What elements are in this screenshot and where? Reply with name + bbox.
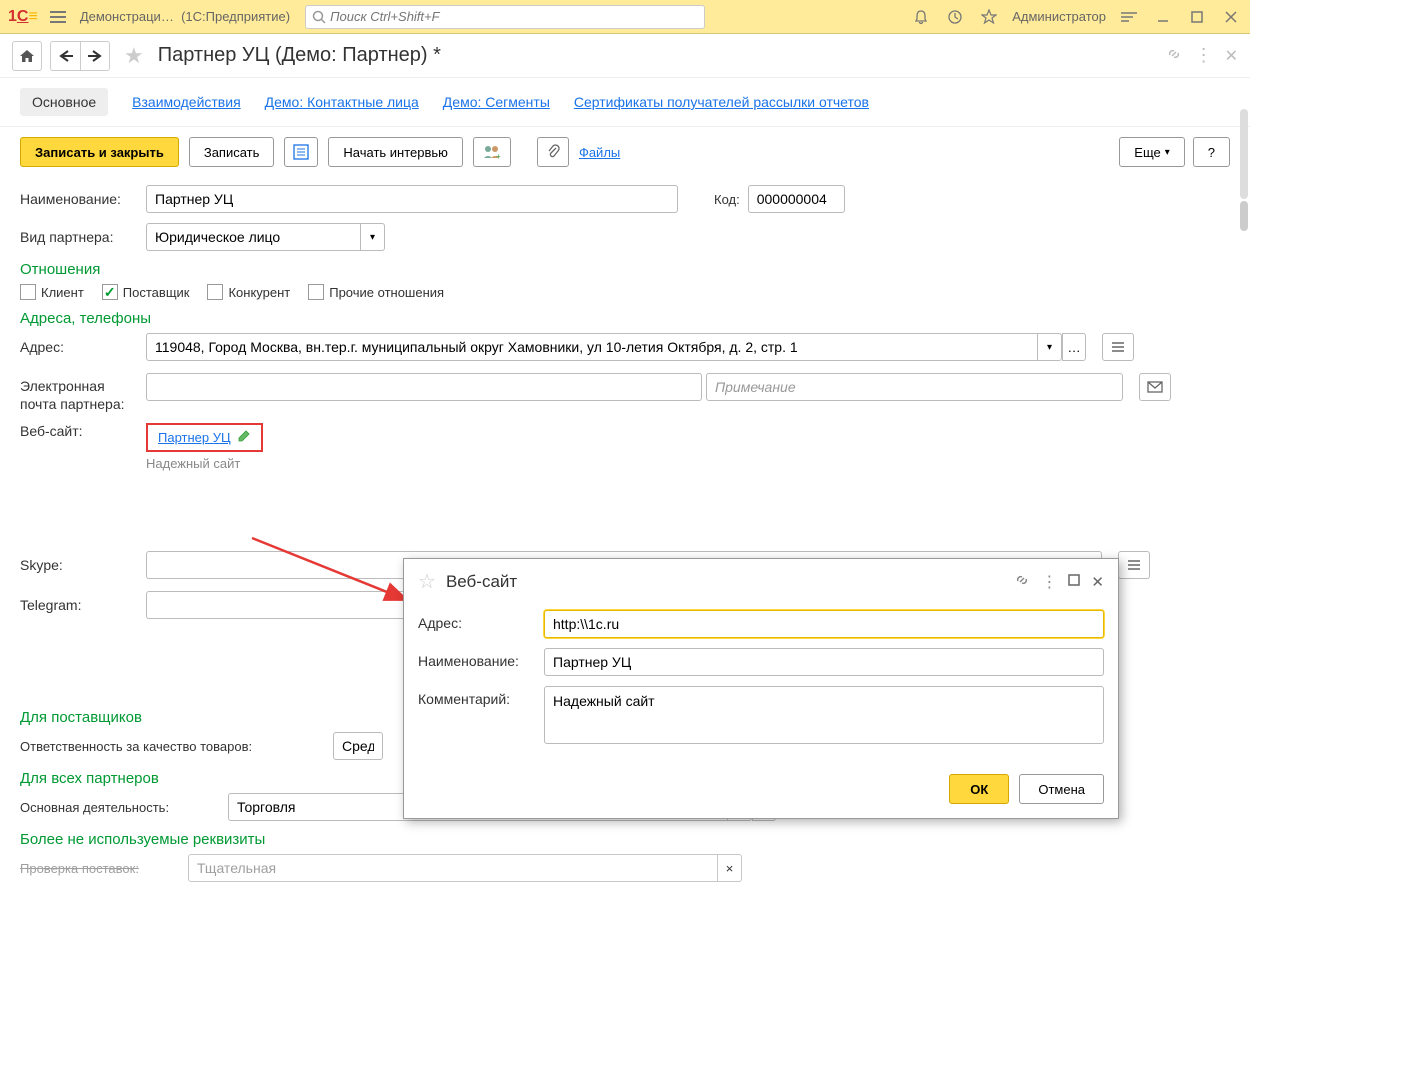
check-deliveries-input[interactable] [188, 854, 718, 882]
history-icon[interactable] [944, 6, 966, 28]
partner-type-dropdown-button[interactable]: ▾ [361, 223, 385, 251]
page-toolbar: ★ Партнер УЦ (Демо: Партнер) * ⋮ ✕ [0, 34, 1250, 78]
more-dots-icon[interactable]: ⋮ [1195, 45, 1213, 66]
dialog-name-label: Наименование: [418, 648, 536, 669]
website-label: Веб-сайт: [20, 423, 138, 439]
user-label[interactable]: Администратор [1012, 9, 1106, 24]
favorite-icon[interactable]: ★ [124, 43, 144, 69]
forward-button[interactable] [80, 41, 110, 71]
start-interview-button[interactable]: Начать интервью [328, 137, 463, 167]
link-icon[interactable] [1165, 45, 1183, 66]
dialog-comment-input[interactable] [544, 686, 1104, 744]
skype-list-button[interactable] [1118, 551, 1150, 579]
settings-icon[interactable] [1118, 6, 1140, 28]
dialog-close-icon[interactable]: ✕ [1091, 573, 1104, 591]
supplier-checkbox-label: Поставщик [123, 285, 190, 300]
minimize-icon[interactable] [1152, 6, 1174, 28]
email-label: Электронная почта партнера: [20, 373, 138, 413]
page-close-icon[interactable]: ✕ [1225, 46, 1238, 66]
email-input[interactable] [146, 373, 702, 401]
dialog-address-input[interactable] [544, 610, 1104, 638]
vertical-scrollbar[interactable] [1240, 105, 1248, 885]
website-link-highlighted: Партнер УЦ [146, 423, 263, 452]
tab-contacts[interactable]: Демо: Контактные лица [265, 94, 419, 110]
attach-icon-button[interactable] [537, 137, 569, 167]
titlebar: 1C≡ Демонстраци… (1С:Предприятие) Админи… [0, 0, 1250, 34]
close-icon[interactable] [1220, 6, 1242, 28]
check-deliveries-label: Проверка поставок: [20, 861, 180, 876]
tabs: Основное Взаимодействия Демо: Контактные… [0, 78, 1250, 127]
bell-icon[interactable] [910, 6, 932, 28]
dialog-link-icon[interactable] [1013, 571, 1031, 592]
email-note-input[interactable] [706, 373, 1123, 401]
save-close-button[interactable]: Записать и закрыть [20, 137, 179, 167]
address-more-button[interactable]: … [1062, 333, 1086, 361]
more-button[interactable]: Еще ▾ [1119, 137, 1184, 167]
address-label: Адрес: [20, 339, 138, 355]
address-dropdown-button[interactable]: ▾ [1038, 333, 1062, 361]
list-icon-button[interactable] [284, 137, 318, 167]
telegram-label: Telegram: [20, 597, 138, 613]
addresses-title: Адреса, телефоны [20, 310, 1230, 327]
command-bar: Записать и закрыть Записать Начать интер… [0, 127, 1250, 177]
name-input[interactable] [146, 185, 678, 213]
page-title: Партнер УЦ (Демо: Партнер) * [158, 44, 441, 67]
dialog-address-label: Адрес: [418, 610, 536, 631]
tab-interactions[interactable]: Взаимодействия [132, 94, 241, 110]
supplier-checkbox[interactable] [102, 284, 118, 300]
website-note: Надежный сайт [146, 456, 263, 471]
dialog-comment-label: Комментарий: [418, 686, 536, 707]
maximize-icon[interactable] [1186, 6, 1208, 28]
check-deliveries-clear-button[interactable]: × [718, 854, 742, 882]
home-button[interactable] [12, 41, 42, 71]
skype-label: Skype: [20, 557, 138, 573]
global-search-input[interactable] [330, 9, 698, 24]
quality-label: Ответственность за качество товаров: [20, 739, 325, 754]
quality-input[interactable] [333, 732, 383, 760]
save-button[interactable]: Записать [189, 137, 275, 167]
partner-type-label: Вид партнера: [20, 229, 138, 245]
back-button[interactable] [50, 41, 80, 71]
website-dialog: ☆ Веб-сайт ⋮ ✕ Адрес: Наименование: Комм… [403, 558, 1119, 819]
dialog-cancel-button[interactable]: Отмена [1019, 774, 1104, 804]
partner-type-input[interactable] [146, 223, 361, 251]
tab-segments[interactable]: Демо: Сегменты [443, 94, 550, 110]
dialog-ok-button[interactable]: ОК [949, 774, 1009, 804]
menu-icon[interactable] [46, 5, 70, 29]
dialog-favorite-icon[interactable]: ☆ [418, 569, 436, 594]
app-title: Демонстраци… (1С:Предприятие) [80, 9, 290, 24]
address-input[interactable] [146, 333, 1038, 361]
files-link[interactable]: Файлы [579, 145, 620, 160]
dialog-maximize-icon[interactable] [1067, 573, 1081, 590]
activity-label: Основная деятельность: [20, 800, 220, 815]
relations-title: Отношения [20, 261, 1230, 278]
other-checkbox[interactable] [308, 284, 324, 300]
competitor-checkbox-label: Конкурент [228, 285, 290, 300]
code-input[interactable] [748, 185, 845, 213]
code-label: Код: [714, 192, 740, 207]
global-search[interactable] [305, 5, 705, 29]
deprecated-title: Более не используемые реквизиты [20, 831, 1230, 848]
svg-text:+: + [496, 152, 501, 160]
tab-main[interactable]: Основное [20, 88, 108, 116]
competitor-checkbox[interactable] [207, 284, 223, 300]
name-label: Наименование: [20, 191, 138, 207]
tab-certificates[interactable]: Сертификаты получателей рассылки отчетов [574, 94, 869, 110]
client-checkbox-label: Клиент [41, 285, 84, 300]
dialog-title: Веб-сайт [446, 572, 1003, 592]
client-checkbox[interactable] [20, 284, 36, 300]
dialog-name-input[interactable] [544, 648, 1104, 676]
edit-icon[interactable] [237, 429, 251, 446]
star-icon[interactable] [978, 6, 1000, 28]
address-list-button[interactable] [1102, 333, 1134, 361]
users-icon-button[interactable]: + [473, 137, 511, 167]
app-logo: 1C≡ [8, 8, 38, 26]
email-action-button[interactable] [1139, 373, 1171, 401]
website-link[interactable]: Партнер УЦ [158, 430, 231, 445]
dialog-more-icon[interactable]: ⋮ [1041, 572, 1057, 592]
help-button[interactable]: ? [1193, 137, 1230, 167]
other-checkbox-label: Прочие отношения [329, 285, 444, 300]
